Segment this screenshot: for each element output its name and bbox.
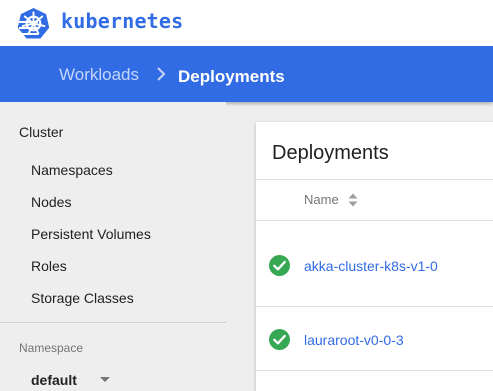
sidebar-section-cluster[interactable]: Cluster xyxy=(19,124,63,140)
sidebar-divider xyxy=(0,322,226,323)
breadcrumb-deployments: Deployments xyxy=(178,67,285,86)
divider xyxy=(256,179,493,180)
sidebar-item-storage-classes[interactable]: Storage Classes xyxy=(31,290,134,306)
brand-name[interactable]: kubernetes xyxy=(61,9,183,33)
deployment-link[interactable]: lauraroot-v0-0-3 xyxy=(304,332,404,348)
divider xyxy=(256,220,493,221)
card-title: Deployments xyxy=(272,142,389,164)
caret-down-icon xyxy=(100,377,110,382)
namespace-value: default xyxy=(31,372,77,388)
sort-icon[interactable] xyxy=(348,193,358,207)
sidebar-item-nodes[interactable]: Nodes xyxy=(31,194,71,210)
top-bar: kubernetes xyxy=(0,0,493,46)
breadcrumb-workloads[interactable]: Workloads xyxy=(59,65,139,85)
deployment-link[interactable]: akka-cluster-k8s-v1-0 xyxy=(304,258,438,274)
namespace-select[interactable]: default xyxy=(31,372,121,391)
sidebar-item-namespaces[interactable]: Namespaces xyxy=(31,162,113,178)
column-header-name[interactable]: Name xyxy=(304,192,339,207)
hamburger-menu-icon[interactable] xyxy=(19,21,38,35)
namespace-label: Namespace xyxy=(19,341,84,355)
check-circle-icon xyxy=(269,329,290,350)
check-circle-icon xyxy=(269,255,290,276)
chevron-right-icon xyxy=(157,67,166,81)
sidebar-item-roles[interactable]: Roles xyxy=(31,258,67,274)
sidebar-item-persistent-volumes[interactable]: Persistent Volumes xyxy=(31,226,151,242)
divider xyxy=(256,306,493,307)
divider xyxy=(256,370,493,371)
